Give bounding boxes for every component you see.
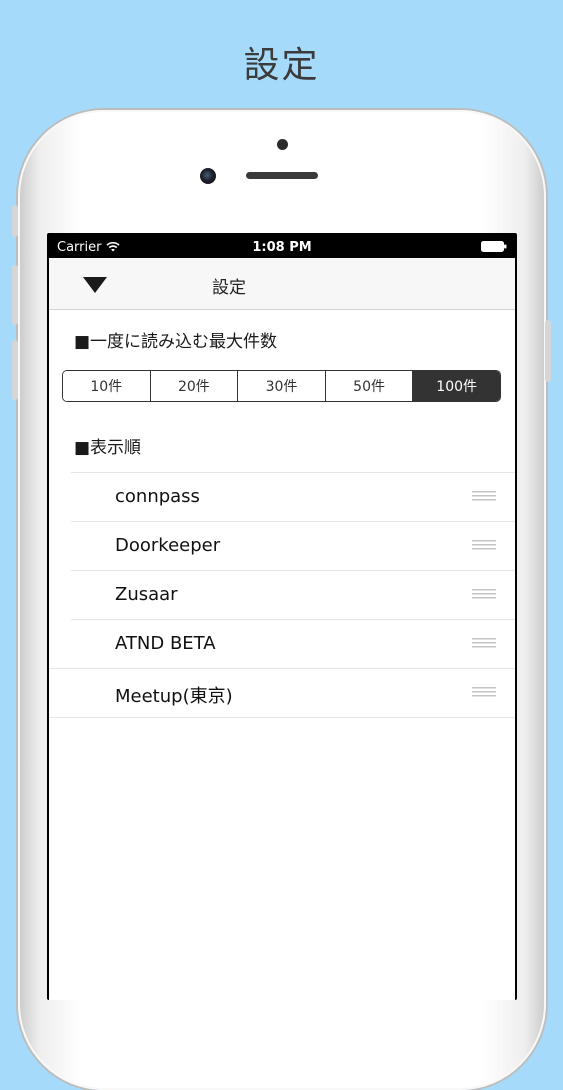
- volume-down-button: [12, 340, 18, 400]
- list-item[interactable]: ATND BETA: [71, 619, 515, 668]
- battery-icon: [481, 241, 507, 252]
- reorder-handle-icon[interactable]: [472, 638, 496, 648]
- earpiece-speaker: [246, 172, 318, 179]
- mute-switch: [12, 205, 18, 237]
- list-item[interactable]: Meetup(東京): [49, 668, 515, 718]
- list-item-label: Zusaar: [115, 584, 178, 605]
- list-item[interactable]: Doorkeeper: [71, 521, 515, 570]
- segment-30[interactable]: 30件: [238, 371, 326, 401]
- reorder-handle-icon[interactable]: [472, 540, 496, 550]
- status-bar: Carrier 1:08 PM: [49, 236, 515, 258]
- segment-10[interactable]: 10件: [63, 371, 151, 401]
- status-time: 1:08 PM: [252, 240, 312, 255]
- list-item[interactable]: Zusaar: [71, 570, 515, 619]
- display-order-list: connpass Doorkeeper Zusaar ATND BETA Mee…: [49, 472, 515, 718]
- front-camera: [200, 168, 216, 184]
- max-count-heading: ■一度に読み込む最大件数: [74, 332, 278, 352]
- list-item-label: connpass: [115, 486, 200, 507]
- display-order-heading: ■表示順: [74, 438, 142, 458]
- down-triangle-icon[interactable]: [83, 277, 107, 293]
- list-item-label: ATND BETA: [115, 633, 216, 654]
- nav-title: 設定: [212, 278, 246, 298]
- segment-20[interactable]: 20件: [150, 371, 239, 401]
- promo-title: 設定: [243, 45, 320, 86]
- navigation-bar: 設定: [49, 258, 515, 310]
- list-item-label: Meetup(東京): [115, 686, 233, 707]
- proximity-sensor: [277, 139, 288, 150]
- list-item-label: Doorkeeper: [115, 535, 221, 556]
- segment-50[interactable]: 50件: [325, 371, 414, 401]
- settings-screen: 設定 ■一度に読み込む最大件数 10件 20件 30件 50件 100件 ■表示…: [49, 258, 515, 1000]
- power-button: [545, 320, 551, 382]
- segment-100[interactable]: 100件: [413, 371, 500, 401]
- reorder-handle-icon[interactable]: [472, 687, 496, 697]
- max-count-segmented-control: 10件 20件 30件 50件 100件: [62, 370, 501, 402]
- volume-up-button: [12, 265, 18, 325]
- reorder-handle-icon[interactable]: [472, 491, 496, 501]
- reorder-handle-icon[interactable]: [472, 589, 496, 599]
- list-item[interactable]: connpass: [71, 472, 515, 521]
